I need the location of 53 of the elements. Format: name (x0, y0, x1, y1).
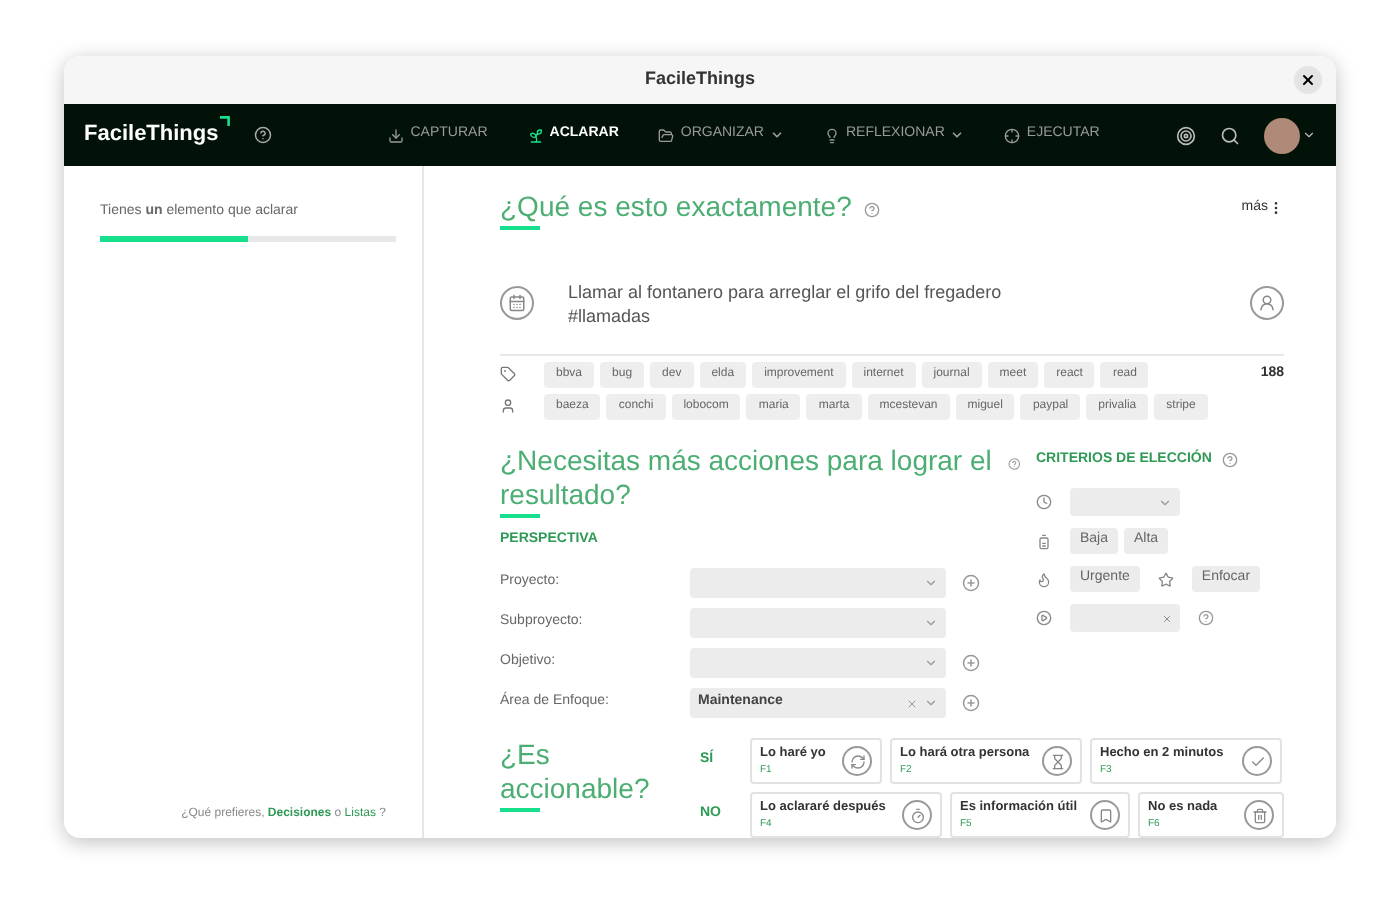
caret-icon[interactable] (1302, 128, 1316, 142)
caret-icon (924, 696, 938, 710)
add-icon[interactable] (962, 694, 980, 712)
accent-underline (500, 808, 540, 812)
refresh-icon (842, 746, 872, 776)
person-icon (1258, 294, 1276, 313)
check-icon (1242, 746, 1272, 776)
select-field[interactable] (690, 648, 946, 678)
help-icon[interactable] (254, 126, 273, 144)
flame-icon (1036, 571, 1052, 587)
timer-icon (902, 800, 932, 830)
tag-icon (500, 366, 516, 382)
accent-underline (500, 513, 540, 517)
item-hashtag: #llamadas (568, 303, 653, 328)
context-field[interactable] (1070, 604, 1180, 632)
close-icon (1300, 72, 1316, 88)
clear-icon[interactable] (906, 697, 918, 709)
caret-icon (924, 576, 938, 590)
item-text: Llamar al fontanero para arreglar el grifo del fregadero (568, 279, 1002, 304)
caret-icon (924, 656, 938, 670)
lightbulb-icon (824, 127, 840, 143)
caret-icon (924, 616, 938, 630)
calendar-button[interactable] (500, 286, 534, 321)
clock-icon (1036, 494, 1052, 510)
accent-underline (500, 226, 540, 230)
folder-icon (658, 127, 675, 143)
section-title: ¿Necesitas más acciones para lograr el resultado? (500, 443, 994, 511)
calendar-icon (508, 294, 526, 313)
app-logo[interactable]: FacileThings (84, 118, 219, 152)
crosshair-icon (1004, 127, 1021, 143)
logo-corner-icon (220, 116, 231, 127)
add-icon[interactable] (962, 574, 980, 592)
hourglass-icon (1042, 746, 1072, 776)
close-button[interactable] (1294, 66, 1322, 94)
add-icon[interactable] (962, 654, 980, 672)
battery-icon (1036, 533, 1052, 549)
star-icon (1157, 571, 1174, 587)
download-icon (388, 127, 405, 143)
trash-icon (1244, 800, 1274, 830)
target-icon[interactable] (1176, 125, 1196, 145)
select-field[interactable] (690, 568, 946, 598)
person-icon (500, 398, 516, 414)
section-title: ¿Qué es esto exactamente? (500, 190, 852, 224)
play-icon (1036, 610, 1052, 626)
window-title: FacileThings (644, 66, 755, 93)
delegate-button[interactable] (1250, 286, 1284, 321)
section-title: ¿Es accionable? (500, 738, 652, 806)
avatar[interactable] (1264, 117, 1300, 153)
select-field[interactable] (690, 608, 946, 638)
bookmark-icon (1090, 800, 1120, 830)
sprout-icon (527, 127, 544, 143)
caret-icon (1158, 495, 1172, 509)
search-icon[interactable] (1220, 125, 1240, 145)
